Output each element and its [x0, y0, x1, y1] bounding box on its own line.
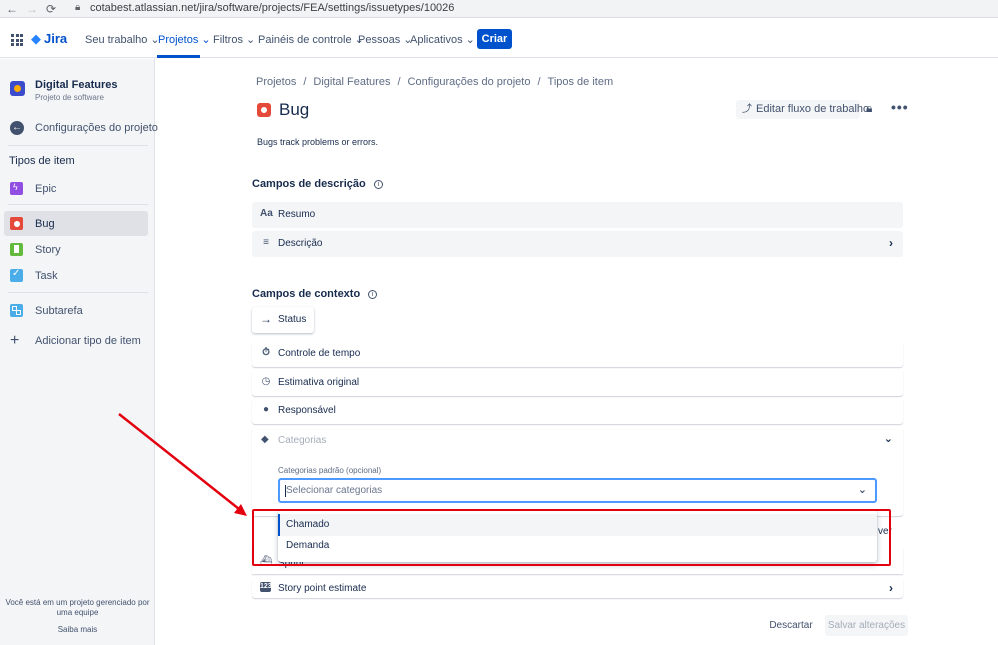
discard-button[interactable]: Descartar: [765, 615, 817, 636]
save-changes-button[interactable]: Salvar alterações: [825, 615, 908, 636]
highlight-arrow: [118, 413, 247, 516]
